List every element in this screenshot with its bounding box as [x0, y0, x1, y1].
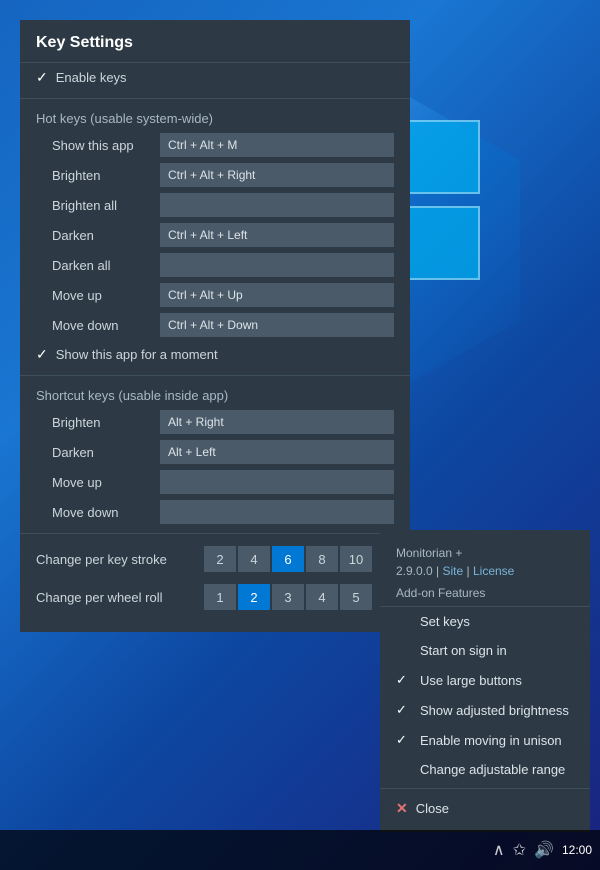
wheel-btn-4[interactable]: 4 [306, 584, 338, 610]
context-divider [380, 788, 590, 789]
hotkey-row: Move up [20, 280, 410, 310]
shortcut-label-0: Brighten [52, 415, 152, 430]
win-pane-br [406, 206, 480, 280]
context-item-label-5: Change adjustable range [420, 762, 565, 777]
hotkeys-container: Show this app Brighten Brighten all Dark… [20, 130, 410, 340]
hotkey-label-2: Brighten all [52, 198, 152, 213]
hotkey-label-6: Move down [52, 318, 152, 333]
shortcut-input-0[interactable] [160, 410, 394, 434]
change-keystroke-label: Change per key stroke [36, 552, 196, 567]
keystroke-btn-10[interactable]: 10 [340, 546, 372, 572]
divider-1 [20, 98, 410, 99]
show-for-moment-label: Show this app for a moment [56, 347, 218, 362]
enable-keys-label: Enable keys [56, 70, 127, 85]
shortcut-row: Move down [20, 497, 410, 527]
hotkey-label-4: Darken all [52, 258, 152, 273]
taskbar-chevron-icon[interactable]: ∧ [493, 840, 505, 860]
context-menu: Monitorian + 2.9.0.0 | Site | License Ad… [380, 530, 590, 832]
app-version: 2.9.0.0 [396, 564, 433, 578]
taskbar-system-icons: ∧ ✩ 🔊 12:00 [493, 840, 592, 860]
context-item-label-2: Use large buttons [420, 673, 522, 688]
divider-2 [20, 375, 410, 376]
enable-keys-checkmark: ✓ [36, 69, 48, 86]
app-name: Monitorian + [396, 546, 462, 560]
shortcut-label-3: Move down [52, 505, 152, 520]
panel-title: Key Settings [20, 20, 410, 63]
shortcuts-container: Brighten Darken Move up Move down [20, 407, 410, 527]
show-for-moment-checkmark: ✓ [36, 346, 48, 363]
shortcut-row: Darken [20, 437, 410, 467]
taskbar-time: 12:00 [562, 843, 592, 857]
hotkey-row: Brighten all [20, 190, 410, 220]
hotkey-input-4[interactable] [160, 253, 394, 277]
close-icon: ✕ [396, 800, 408, 817]
context-item-2[interactable]: ✓ Use large buttons [380, 665, 590, 695]
site-link[interactable]: Site [443, 564, 464, 578]
context-item-label-4: Enable moving in unison [420, 733, 562, 748]
taskbar-volume-icon[interactable]: 🔊 [534, 840, 554, 860]
context-check-3: ✓ [396, 702, 412, 718]
shortcuts-section-header: Shortcut keys (usable inside app) [20, 382, 410, 407]
hotkey-row: Darken all [20, 250, 410, 280]
shortcut-input-2[interactable] [160, 470, 394, 494]
context-app-info: Monitorian + 2.9.0.0 | Site | License [380, 538, 590, 584]
wheel-btn-1[interactable]: 1 [204, 584, 236, 610]
shortcut-input-3[interactable] [160, 500, 394, 524]
context-items-container: Set keys Start on sign in ✓ Use large bu… [380, 607, 590, 784]
hotkey-input-1[interactable] [160, 163, 394, 187]
wheel-buttons: 12345 [204, 584, 372, 610]
hotkey-input-6[interactable] [160, 313, 394, 337]
shortcut-row: Brighten [20, 407, 410, 437]
hotkey-label-0: Show this app [52, 138, 152, 153]
hotkey-label-3: Darken [52, 228, 152, 243]
wheel-btn-2[interactable]: 2 [238, 584, 270, 610]
hotkey-label-5: Move up [52, 288, 152, 303]
context-item-3[interactable]: ✓ Show adjusted brightness [380, 695, 590, 725]
taskbar: ∧ ✩ 🔊 12:00 [0, 830, 600, 870]
hotkey-input-0[interactable] [160, 133, 394, 157]
close-item[interactable]: ✕ Close [380, 793, 590, 824]
hotkey-label-1: Brighten [52, 168, 152, 183]
hotkey-input-5[interactable] [160, 283, 394, 307]
hotkey-row: Brighten [20, 160, 410, 190]
shortcut-label-2: Move up [52, 475, 152, 490]
keystroke-buttons: 246810 [204, 546, 372, 572]
wheel-btn-3[interactable]: 3 [272, 584, 304, 610]
key-settings-panel: Key Settings ✓ Enable keys Hot keys (usa… [20, 20, 410, 632]
context-check-4: ✓ [396, 732, 412, 748]
divider-3 [20, 533, 410, 534]
hotkey-input-3[interactable] [160, 223, 394, 247]
change-wheel-label: Change per wheel roll [36, 590, 196, 605]
hotkeys-section-header: Hot keys (usable system-wide) [20, 105, 410, 130]
license-link[interactable]: License [473, 564, 514, 578]
context-item-4[interactable]: ✓ Enable moving in unison [380, 725, 590, 755]
keystroke-btn-8[interactable]: 8 [306, 546, 338, 572]
hotkey-row: Show this app [20, 130, 410, 160]
shortcut-row: Move up [20, 467, 410, 497]
change-keystroke-row: Change per key stroke 246810 [20, 540, 410, 578]
hotkey-input-2[interactable] [160, 193, 394, 217]
wheel-btn-5[interactable]: 5 [340, 584, 372, 610]
change-wheel-row: Change per wheel roll 12345 [20, 578, 410, 616]
context-item-label-1: Start on sign in [420, 643, 507, 658]
hotkey-row: Darken [20, 220, 410, 250]
context-check-2: ✓ [396, 672, 412, 688]
show-for-moment-row[interactable]: ✓ Show this app for a moment [20, 340, 410, 369]
shortcut-input-1[interactable] [160, 440, 394, 464]
taskbar-star-icon[interactable]: ✩ [513, 840, 526, 860]
win-pane-tr [406, 120, 480, 194]
context-item-label-0: Set keys [420, 614, 470, 629]
addon-features-header: Add-on Features [380, 584, 590, 607]
keystroke-btn-2[interactable]: 2 [204, 546, 236, 572]
keystroke-btn-4[interactable]: 4 [238, 546, 270, 572]
context-item-5[interactable]: Change adjustable range [380, 755, 590, 784]
context-item-0[interactable]: Set keys [380, 607, 590, 636]
context-item-1[interactable]: Start on sign in [380, 636, 590, 665]
hotkey-row: Move down [20, 310, 410, 340]
keystroke-btn-6[interactable]: 6 [272, 546, 304, 572]
enable-keys-row[interactable]: ✓ Enable keys [20, 63, 410, 92]
context-item-label-3: Show adjusted brightness [420, 703, 569, 718]
shortcut-label-1: Darken [52, 445, 152, 460]
close-label: Close [416, 801, 449, 816]
